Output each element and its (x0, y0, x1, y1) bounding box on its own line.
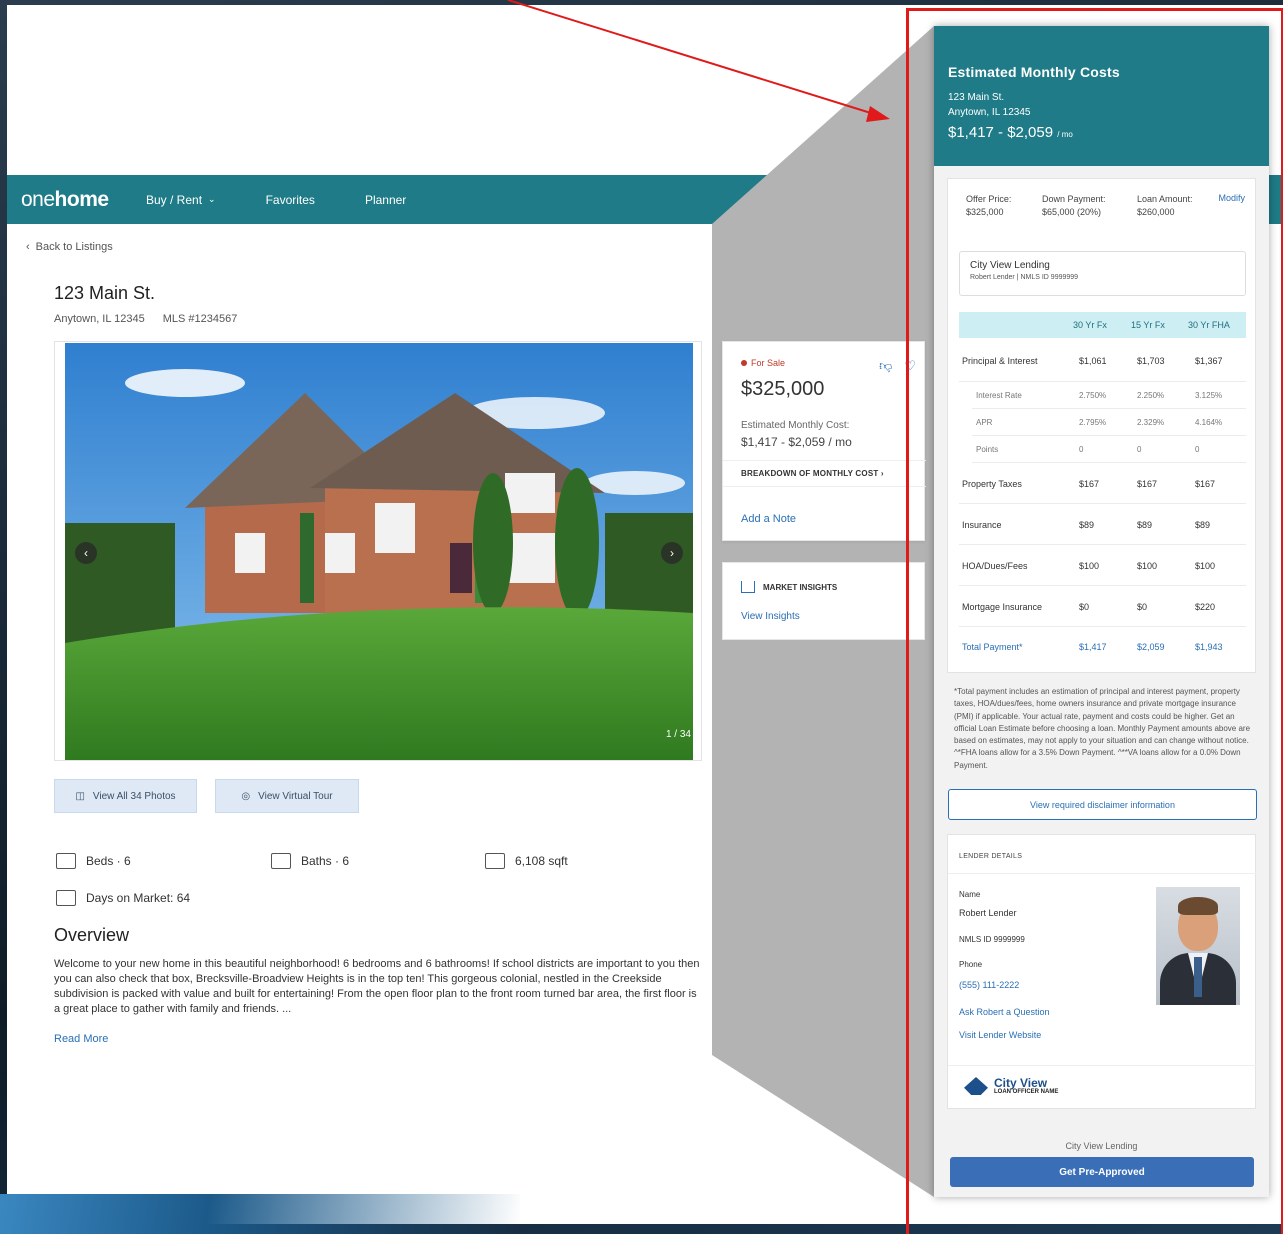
callout-arrow (507, 0, 890, 122)
